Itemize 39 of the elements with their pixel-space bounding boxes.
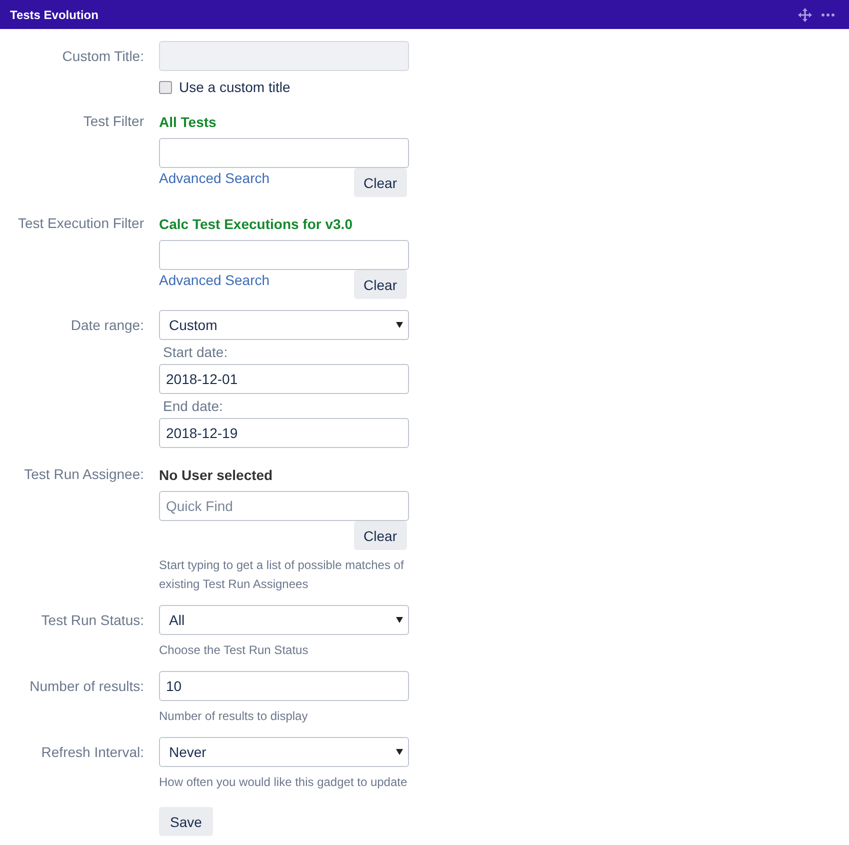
selected-filter: All Tests xyxy=(159,113,218,132)
number-field[interactable]: 10 xyxy=(159,671,409,701)
date-label: End date: xyxy=(162,397,224,416)
help-text: Number of results to display xyxy=(159,708,309,725)
field-label: Refresh Interval: xyxy=(40,743,144,762)
clear-button[interactable]: Clear xyxy=(354,270,407,299)
advanced-search-link[interactable]: Advanced Search xyxy=(159,170,270,186)
field-label: Date range: xyxy=(70,316,144,335)
move-icon[interactable] xyxy=(798,8,812,22)
clear-button[interactable]: Clear xyxy=(354,521,407,550)
help-text: Choose the Test Run Status xyxy=(159,642,310,659)
help-text: Start typing to get a list of possible matches of existing Test Run Assignees xyxy=(159,557,405,593)
dropdown[interactable]: Custom xyxy=(159,310,409,340)
dropdown[interactable]: Never xyxy=(159,737,409,767)
field-label: Test Filter xyxy=(82,112,144,131)
save-button[interactable]: Save xyxy=(159,807,213,836)
caret-icon xyxy=(396,617,403,623)
field-label: Custom Title: xyxy=(61,47,144,66)
field-label: Number of results: xyxy=(28,677,144,696)
caret-icon xyxy=(396,749,403,755)
field-label: Test Execution Filter xyxy=(16,214,144,233)
date-field[interactable]: 2018-12-01 xyxy=(159,364,409,394)
more-icon[interactable] xyxy=(821,12,835,16)
help-text: How often you would like this gadget to update xyxy=(159,774,408,791)
quick-find-field[interactable]: Quick Find xyxy=(159,491,409,521)
filter-field[interactable] xyxy=(159,240,409,270)
field-label: Test Run Status: xyxy=(40,611,144,630)
checkbox-label: Use a custom title xyxy=(179,79,290,95)
caret-icon xyxy=(396,322,403,328)
dropdown[interactable]: All xyxy=(159,605,409,635)
date-label: Start date: xyxy=(162,343,229,362)
clear-button[interactable]: Clear xyxy=(354,168,407,197)
field-label: Test Run Assignee: xyxy=(23,465,144,484)
advanced-search-link[interactable]: Advanced Search xyxy=(159,272,270,288)
filter-field[interactable] xyxy=(159,138,409,168)
gadget-title: Tests Evolution xyxy=(10,8,98,22)
selected-filter: Calc Test Executions for v3.0 xyxy=(159,215,354,234)
selected-user: No User selected xyxy=(159,466,274,485)
date-field[interactable]: 2018-12-19 xyxy=(159,418,409,448)
